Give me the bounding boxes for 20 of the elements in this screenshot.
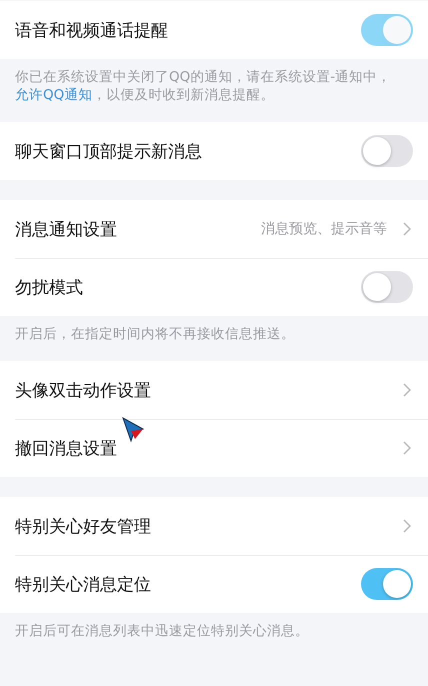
hint-text: 你已在系统设置中关闭了QQ的通知，请在系统设置-通知中， 允许QQ通知，以便及时收到新消息提醒。 [15, 68, 392, 104]
toggle-switch[interactable] [361, 568, 413, 600]
toggle-switch[interactable] [361, 271, 413, 303]
setting-label: 语音和视频通话提醒 [15, 20, 169, 42]
chevron-right-icon[interactable] [403, 519, 411, 533]
hint-text: 开启后可在消息列表中迅速定位特别关心消息。 [15, 622, 310, 640]
setting-label: 勿扰模式 [15, 276, 84, 298]
chevron-right-icon[interactable] [403, 441, 411, 455]
chevron-right-icon[interactable] [403, 383, 411, 397]
toggle-switch[interactable] [361, 135, 413, 167]
setting-label: 消息通知设置 [15, 218, 118, 240]
setting-label: 特别关心好友管理 [15, 516, 152, 538]
setting-label: 撤回消息设置 [15, 438, 118, 460]
setting-label: 头像双击动作设置 [15, 380, 152, 402]
allow-notification-link[interactable]: 允许QQ通知 [15, 87, 92, 103]
setting-value: 消息预览、提示音等 [261, 220, 387, 238]
hint-text: 开启后，在指定时间内将不再接收信息推送。 [15, 325, 296, 343]
chevron-right-icon[interactable] [403, 222, 411, 236]
setting-label: 特别关心消息定位 [15, 574, 152, 596]
setting-label: 聊天窗口顶部提示新消息 [15, 140, 203, 162]
